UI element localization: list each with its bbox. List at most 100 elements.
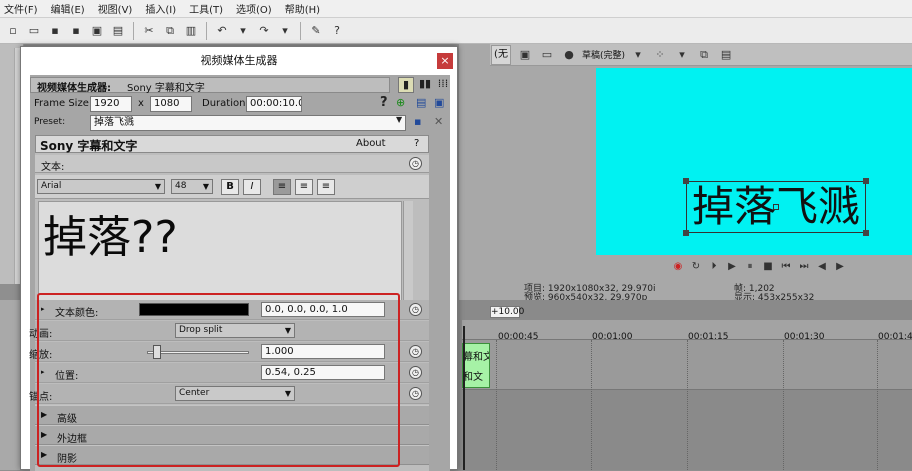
- prev-frame-icon[interactable]: ◀: [816, 261, 828, 272]
- plugin-chain-icon[interactable]: ▣: [434, 96, 444, 109]
- frame-x-label: x: [138, 98, 144, 109]
- clip-label: 幕和文: [463, 352, 490, 363]
- menu-bar: 文件(F) 编辑(E) 视图(V) 插入(I) 工具(T) 选项(O) 帮助(H…: [0, 0, 912, 18]
- menu-edit[interactable]: 编辑(E): [51, 1, 85, 16]
- save-snapshot-icon[interactable]: ▤: [717, 46, 735, 64]
- save-as-icon[interactable]: ▪: [67, 22, 85, 40]
- main-toolbar: ▫ ▭ ▪ ▪ ▣ ▤ ✂ ⧉ ▥ ↶ ▾ ↷ ▾ ✎ ?: [0, 18, 912, 44]
- fx-icon[interactable]: ●: [560, 46, 578, 64]
- loop-icon[interactable]: ↻: [690, 261, 702, 272]
- ruler-gridline: [496, 340, 497, 470]
- go-to-start-icon[interactable]: ⏮: [780, 261, 792, 272]
- duration-input[interactable]: 00:00:10.00: [246, 96, 302, 112]
- toolbar-divider: [300, 21, 301, 40]
- save-icon[interactable]: ▪: [46, 22, 64, 40]
- frame-size-label: Frame Size:: [34, 98, 93, 109]
- preview-tab[interactable]: (无: [491, 45, 511, 65]
- menu-help[interactable]: 帮助(H): [285, 1, 320, 16]
- play-icon[interactable]: ▶: [726, 261, 738, 272]
- italic-button[interactable]: I: [243, 179, 261, 195]
- playhead[interactable]: [463, 326, 465, 470]
- duration-label: Duration:: [202, 98, 249, 109]
- plugin-help-button[interactable]: ?: [414, 138, 419, 149]
- delete-preset-icon[interactable]: ✕: [434, 115, 443, 128]
- play-from-start-icon[interactable]: ⏵: [708, 261, 720, 272]
- ruler-gridline: [877, 340, 878, 470]
- menu-tools[interactable]: 工具(T): [189, 1, 223, 16]
- edit-tool-icon[interactable]: ✎: [307, 22, 325, 40]
- transport-controls: ◉ ↻ ⏵ ▶ ⏸ ■ ⏮ ⏭ ◀ ▶: [672, 258, 852, 274]
- layout-grid-icon[interactable]: ⁞⁞⁞: [436, 77, 450, 90]
- text-editor-scrollbar[interactable]: [403, 201, 413, 301]
- preset-label: Preset:: [34, 117, 66, 127]
- cut-icon[interactable]: ✂: [140, 22, 158, 40]
- overlays-icon[interactable]: ⁘: [651, 46, 669, 64]
- font-family-value: Arial: [41, 181, 62, 191]
- undo-dropdown-icon[interactable]: ▾: [234, 22, 252, 40]
- undo-icon[interactable]: ↶: [213, 22, 231, 40]
- scale-keyframe-icon[interactable]: ◷: [409, 345, 422, 358]
- paste-icon[interactable]: ▥: [182, 22, 200, 40]
- copy-snapshot-icon[interactable]: ⧉: [695, 46, 713, 64]
- font-dropdown-icon: ▼: [154, 182, 161, 191]
- menu-options[interactable]: 选项(O): [236, 1, 272, 16]
- copy-icon[interactable]: ⧉: [161, 22, 179, 40]
- layout-single-icon[interactable]: ▮: [398, 77, 414, 93]
- render-icon[interactable]: ▣: [88, 22, 106, 40]
- font-size-value: 48: [175, 181, 187, 191]
- save-preset-icon[interactable]: ▪: [414, 115, 421, 128]
- stop-icon[interactable]: ■: [762, 261, 774, 272]
- whats-this-icon[interactable]: ?: [328, 22, 346, 40]
- dialog-title: 视频媒体生成器: [200, 54, 278, 67]
- help-button[interactable]: ?: [380, 95, 388, 110]
- add-generator-icon[interactable]: ⊕: [396, 96, 405, 109]
- generator-value: Sony 字幕和文字: [127, 83, 205, 94]
- resize-handle-top-right[interactable]: [863, 178, 869, 184]
- media-manager-icon[interactable]: ▤: [416, 96, 426, 109]
- resize-handle-top-left[interactable]: [683, 178, 689, 184]
- preset-dropdown-arrow-icon[interactable]: ▼: [396, 115, 402, 124]
- font-size-select[interactable]: 48 ▼: [171, 179, 213, 194]
- external-monitor-icon[interactable]: ▭: [538, 46, 556, 64]
- bold-button[interactable]: B: [221, 179, 239, 195]
- frame-height-input[interactable]: 1080: [150, 96, 192, 112]
- pause-icon[interactable]: ⏸: [744, 261, 756, 272]
- align-center-icon[interactable]: ≡: [295, 179, 313, 195]
- open-folder-icon[interactable]: ▭: [25, 22, 43, 40]
- preview-properties-icon[interactable]: ▣: [516, 46, 534, 64]
- text-section-header: 文本: ◷: [35, 155, 429, 173]
- menu-view[interactable]: 视图(V): [98, 1, 133, 16]
- resize-handle-bottom-left[interactable]: [683, 230, 689, 236]
- text-editor[interactable]: 掉落??: [38, 201, 402, 301]
- redo-icon[interactable]: ↷: [255, 22, 273, 40]
- about-button[interactable]: About: [356, 138, 386, 149]
- timeline-clip[interactable]: 幕和文 和文: [462, 343, 490, 388]
- text-color-keyframe-icon[interactable]: ◷: [409, 303, 422, 316]
- menu-file[interactable]: 文件(F): [4, 1, 38, 16]
- layout-double-icon[interactable]: ▮▮: [418, 77, 432, 90]
- position-keyframe-icon[interactable]: ◷: [409, 366, 422, 379]
- close-button[interactable]: ×: [437, 53, 453, 69]
- text-keyframe-icon[interactable]: ◷: [409, 157, 422, 170]
- redo-dropdown-icon[interactable]: ▾: [276, 22, 294, 40]
- timeline-offset: +10.00: [490, 306, 525, 318]
- center-handle[interactable]: [773, 204, 779, 210]
- resize-handle-bottom-right[interactable]: [863, 230, 869, 236]
- new-file-icon[interactable]: ▫: [4, 22, 22, 40]
- properties-icon[interactable]: ▤: [109, 22, 127, 40]
- font-family-select[interactable]: Arial ▼: [37, 179, 165, 194]
- record-icon[interactable]: ◉: [672, 261, 684, 272]
- text-editor-content: 掉落??: [43, 212, 178, 263]
- annotation-highlight-box: [37, 293, 400, 467]
- go-to-end-icon[interactable]: ⏭: [798, 261, 810, 272]
- menu-insert[interactable]: 插入(I): [145, 1, 176, 16]
- preview-quality-select[interactable]: 草稿(完整): [582, 48, 625, 61]
- quality-dropdown-icon[interactable]: ▾: [629, 46, 647, 64]
- preset-dropdown[interactable]: 掉落飞溅: [90, 115, 406, 131]
- overlays-dropdown-icon[interactable]: ▾: [673, 46, 691, 64]
- next-frame-icon[interactable]: ▶: [834, 261, 846, 272]
- align-right-icon[interactable]: ≡: [317, 179, 335, 195]
- align-left-icon[interactable]: ≡: [273, 179, 291, 195]
- frame-width-input[interactable]: 1920: [90, 96, 132, 112]
- anchor-keyframe-icon[interactable]: ◷: [409, 387, 422, 400]
